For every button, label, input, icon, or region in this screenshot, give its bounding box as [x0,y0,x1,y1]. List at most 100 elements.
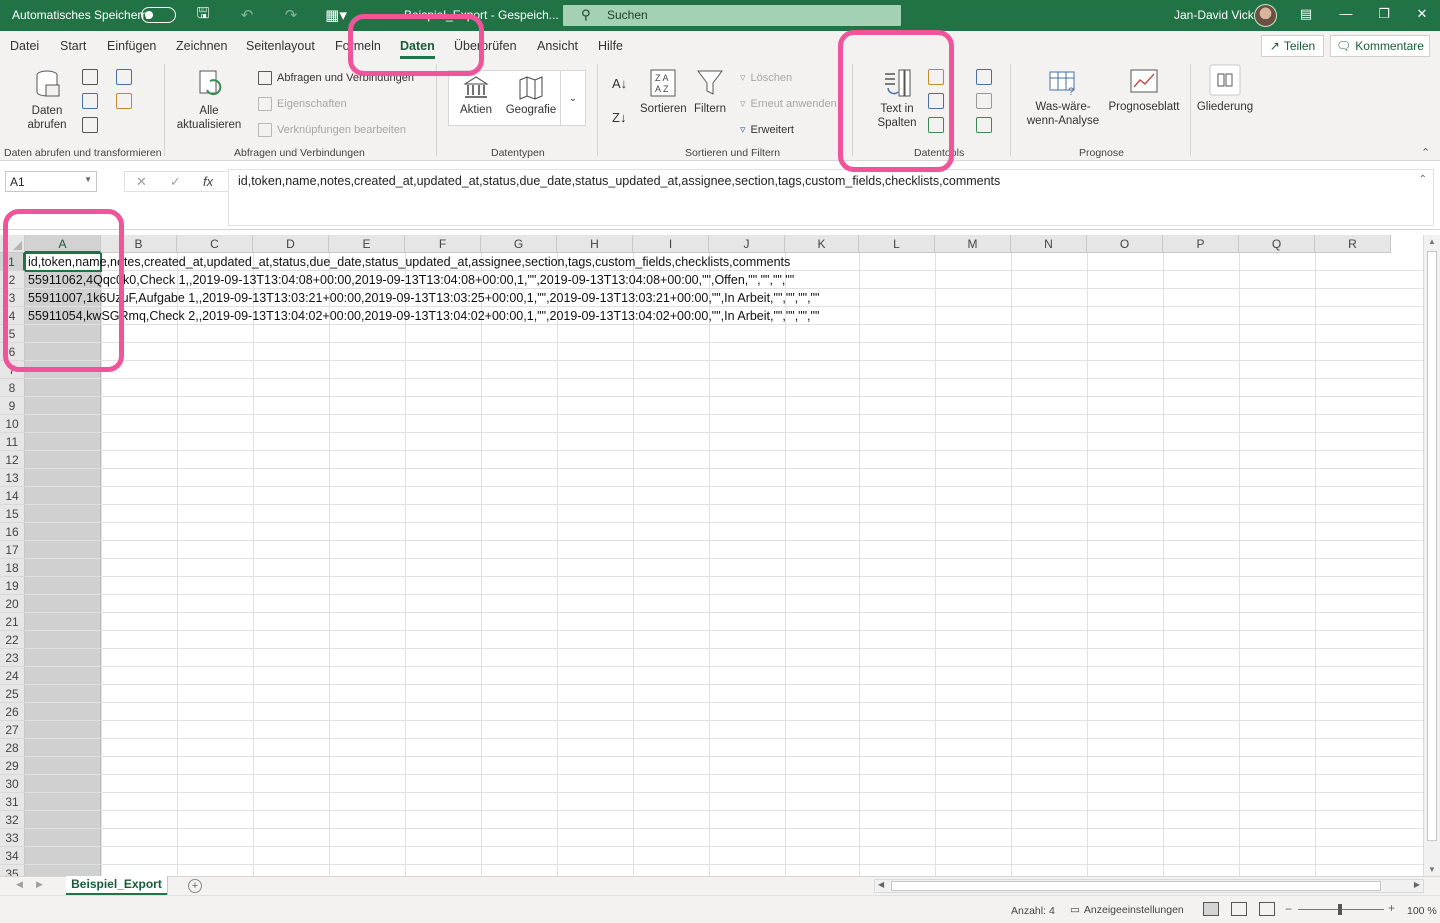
undo-icon[interactable]: ↶ [236,5,258,25]
chevron-down-icon[interactable]: ▼ [84,175,92,184]
row-header-13[interactable]: 13 [0,469,25,487]
column-header-a[interactable]: A [25,235,101,253]
row-header-27[interactable]: 27 [0,721,25,739]
row-header-23[interactable]: 23 [0,649,25,667]
row-header-1[interactable]: 1 [0,253,25,271]
tab-daten[interactable]: Daten [400,39,435,59]
row-header-24[interactable]: 24 [0,667,25,685]
cell-a4[interactable]: 55911054,kwSGRmq,Check 2,,2019-09-13T13:… [28,307,819,325]
queries-connections-button[interactable]: Abfragen und Verbindungen [258,71,414,85]
edit-links-button[interactable]: Verknüpfungen bearbeiten [258,123,406,137]
sort-ascending-icon[interactable]: A↓ [612,76,627,91]
sheet-next-icon[interactable]: ▶ [36,879,43,890]
autosave-toggle[interactable] [141,7,176,23]
row-header-16[interactable]: 16 [0,523,25,541]
customize-toolbar-icon[interactable]: ▦▾ [320,5,352,25]
row-header-5[interactable]: 5 [0,325,25,343]
sheet-prev-icon[interactable]: ◀ [16,879,23,890]
column-header-f[interactable]: F [405,235,481,253]
row-header-28[interactable]: 28 [0,739,25,757]
close-icon[interactable]: ✕ [1412,6,1432,24]
row-header-12[interactable]: 12 [0,451,25,469]
row-header-34[interactable]: 34 [0,847,25,865]
name-box[interactable]: A1 ▼ [5,171,97,192]
filter-button[interactable]: Filtern [690,68,730,116]
row-header-8[interactable]: 8 [0,379,25,397]
horizontal-scroll-thumb[interactable] [891,881,1381,891]
collapse-formula-icon[interactable]: ⌃ [1419,174,1427,185]
tab-einfuegen[interactable]: Einfügen [107,39,156,53]
minimize-icon[interactable]: — [1336,6,1356,24]
row-header-7[interactable]: 7 [0,361,25,379]
cell-a1[interactable]: id,token,name,notes,created_at,updated_a… [28,253,790,271]
zoom-out-icon[interactable]: − [1285,902,1292,916]
get-data-button[interactable]: Daten abrufen [18,68,76,132]
tab-seitenlayout[interactable]: Seitenlayout [246,39,315,53]
remove-duplicates-icon[interactable] [928,93,944,109]
column-header-d[interactable]: D [253,235,329,253]
row-header-26[interactable]: 26 [0,703,25,721]
row-header-10[interactable]: 10 [0,415,25,433]
row-header-19[interactable]: 19 [0,577,25,595]
column-header-e[interactable]: E [329,235,405,253]
comments-button[interactable]: 🗨 Kommentare [1330,35,1430,57]
gallery-more-icon[interactable]: ⌄ [560,71,585,125]
outline-button[interactable]: Gliederung [1196,64,1254,114]
column-header-j[interactable]: J [709,235,785,253]
avatar[interactable] [1254,4,1277,27]
save-icon[interactable]: 🖫 [192,5,214,25]
row-header-32[interactable]: 32 [0,811,25,829]
scroll-right-icon[interactable]: ▶ [1414,880,1420,889]
column-header-m[interactable]: M [935,235,1011,253]
properties-button[interactable]: Eigenschaften [258,97,347,111]
row-header-11[interactable]: 11 [0,433,25,451]
formula-input[interactable]: id,token,name,notes,created_at,updated_a… [228,169,1434,226]
display-settings-button[interactable]: ▭ Anzeigeeinstellungen [1070,904,1184,916]
document-title[interactable]: Beispiel_Export - Gespeich... [404,8,559,22]
row-header-20[interactable]: 20 [0,595,25,613]
page-layout-view-icon[interactable] [1231,902,1247,916]
scroll-up-icon[interactable]: ▲ [1428,237,1436,246]
column-header-g[interactable]: G [481,235,557,253]
tab-ueberpruefen[interactable]: Überprüfen [454,39,517,53]
consolidate-icon[interactable] [976,69,992,85]
scroll-left-icon[interactable]: ◀ [878,880,884,889]
insert-function-icon[interactable]: fx [203,174,213,189]
column-header-q[interactable]: Q [1239,235,1315,253]
redo-icon[interactable]: ↷ [280,5,302,25]
row-header-17[interactable]: 17 [0,541,25,559]
advanced-filter-button[interactable]: ▿ Erweitert [740,123,794,137]
zoom-level[interactable]: 100 % [1407,905,1437,917]
collapse-ribbon-icon[interactable]: ⌃ [1421,146,1430,159]
text-to-columns-button[interactable]: Text in Spalten [874,68,920,130]
page-break-view-icon[interactable] [1259,902,1275,916]
row-header-3[interactable]: 3 [0,289,25,307]
cancel-icon[interactable]: ✕ [136,174,147,190]
column-header-r[interactable]: R [1315,235,1391,253]
reapply-button[interactable]: ▿ Erneut anwenden [740,97,837,111]
row-header-30[interactable]: 30 [0,775,25,793]
from-table-icon[interactable] [82,93,98,109]
sort-descending-icon[interactable]: Z↓ [612,110,626,125]
share-button[interactable]: ↗ Teilen [1261,35,1324,57]
what-if-button[interactable]: ? Was-wäre-wenn-Analyse [1020,68,1106,128]
tab-formeln[interactable]: Formeln [335,39,381,53]
column-header-l[interactable]: L [859,235,935,253]
from-web-icon[interactable] [116,69,132,85]
row-header-15[interactable]: 15 [0,505,25,523]
geography-button[interactable]: Geografie [505,75,557,117]
column-header-k[interactable]: K [785,235,859,253]
stocks-button[interactable]: Aktien [453,75,499,117]
ribbon-display-icon[interactable]: ▤ [1296,6,1316,24]
refresh-all-button[interactable]: Alle aktualisieren [172,68,246,132]
search-box[interactable]: ⚲ Suchen [563,5,901,26]
row-header-2[interactable]: 2 [0,271,25,289]
tab-zeichnen[interactable]: Zeichnen [176,39,227,53]
tab-start[interactable]: Start [60,39,86,53]
row-header-31[interactable]: 31 [0,793,25,811]
data-model-icon[interactable] [976,117,992,133]
column-header-i[interactable]: I [633,235,709,253]
row-header-35[interactable]: 35 [0,865,25,876]
vertical-scroll-thumb[interactable] [1427,251,1437,841]
relationships-icon[interactable] [976,93,992,109]
